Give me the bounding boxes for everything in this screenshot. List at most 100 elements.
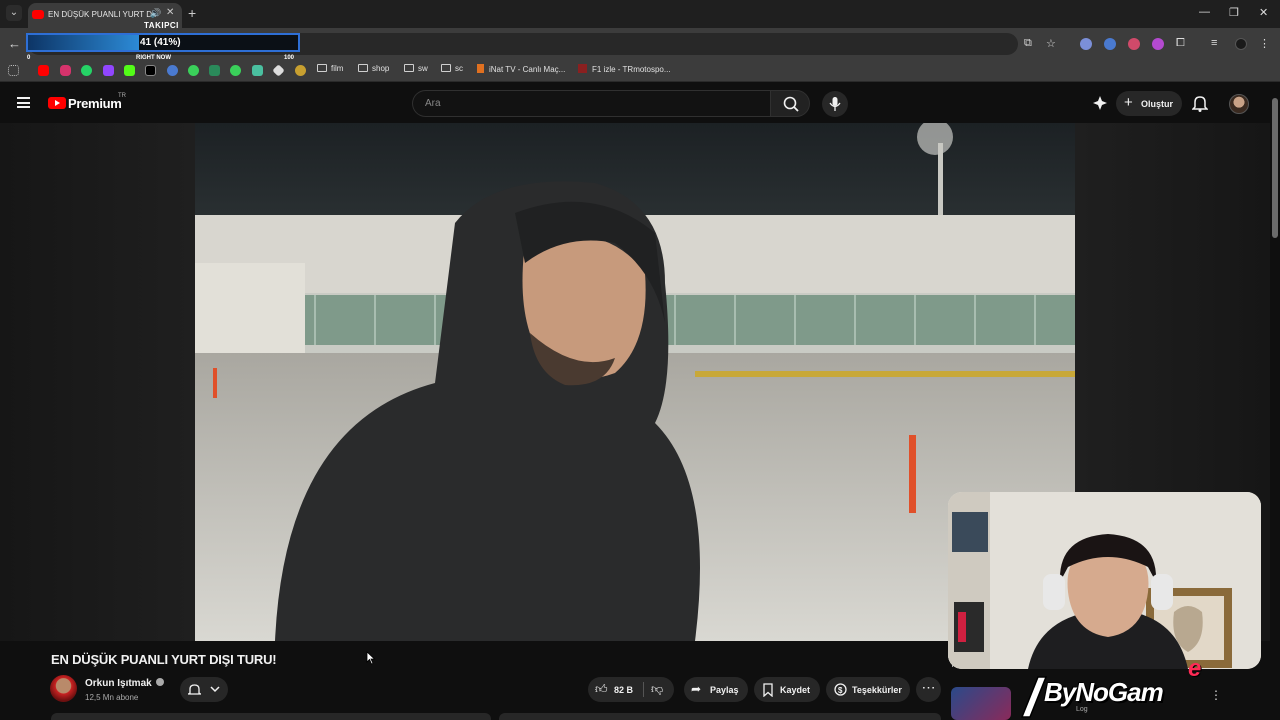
browser-menu-icon[interactable]: ⋮ [1259, 37, 1270, 50]
sparkle-icon[interactable] [1092, 95, 1108, 111]
widget-title: TAKIPCI [144, 21, 179, 30]
extensions-puzzle-icon[interactable]: ⧠ [1176, 37, 1185, 50]
site-bookmark-icon[interactable] [272, 64, 285, 77]
bell-icon [188, 684, 201, 695]
install-app-icon[interactable]: ⧉ [1024, 37, 1032, 50]
bookmark-label: iNat TV - Canlı Maç... [489, 65, 566, 74]
speaker-icon[interactable]: 🔊 [150, 8, 161, 19]
bookmark-label: F1 izle - TRmotospo... [592, 65, 671, 74]
webcam-image [948, 492, 1261, 669]
close-window-button[interactable]: ✕ [1259, 6, 1268, 19]
apps-grid-icon[interactable] [8, 65, 19, 76]
progress-max: 100 [284, 55, 295, 61]
progress-min: 0 [27, 55, 31, 61]
logo-accent-letter: e [1188, 655, 1202, 682]
youtube-bookmark-icon[interactable] [38, 65, 49, 76]
country-code: TR [118, 93, 126, 99]
like-count: 82 B [614, 685, 634, 695]
youtube-logo-icon[interactable] [48, 97, 66, 109]
reading-list-icon[interactable]: ≡ [1211, 37, 1217, 49]
dislike-button[interactable]: 👎︎ [651, 682, 663, 697]
bookmark-folder-sw[interactable]: sw [404, 64, 428, 73]
instagram-bookmark-icon[interactable] [60, 65, 71, 76]
hamburger-menu-icon[interactable] [17, 97, 30, 108]
channel-avatar[interactable] [50, 675, 77, 702]
bookmark-folder-film[interactable]: film [317, 64, 343, 73]
description-box[interactable] [51, 713, 491, 720]
whatsapp-bookmark-icon[interactable] [81, 65, 92, 76]
subscription-bell-button[interactable] [180, 677, 228, 702]
notifications-bell-icon[interactable] [1192, 95, 1208, 112]
share-arrow-icon: ➦ [691, 682, 702, 696]
search-input[interactable]: Ara [412, 90, 770, 117]
folder-label: film [331, 64, 344, 73]
stream-brand-logo: ByNoGam e [1018, 655, 1218, 720]
extension-icon[interactable] [1080, 38, 1092, 50]
progress-value: 41 (41%) [140, 37, 181, 48]
thanks-button[interactable]: $ Teşekkürler [826, 677, 910, 702]
folder-label: shop [372, 64, 390, 73]
youtube-premium-brand[interactable]: Premium [68, 96, 122, 111]
verified-badge-icon [155, 678, 164, 686]
back-arrow-icon[interactable]: ← [8, 36, 21, 51]
restore-button[interactable]: ❐ [1229, 6, 1239, 19]
more-actions-button[interactable]: ⋯ [916, 677, 941, 702]
tab-title: EN DÜŞÜK PUANLI YURT DIŞI TURU! [48, 10, 156, 19]
subscriber-count: 12,5 Mn abone [85, 693, 139, 702]
site-bookmark-icon[interactable] [167, 65, 178, 76]
kick-bookmark-icon[interactable] [124, 65, 135, 76]
create-label: Oluştur [1141, 99, 1174, 109]
bookmark-inat-tv[interactable]: iNat TV - Canlı Maç... [477, 64, 565, 74]
plus-icon: + [1124, 94, 1133, 111]
share-label: Paylaş [710, 685, 739, 695]
like-dislike-group: 👍︎ 82 B 👎︎ [588, 677, 674, 702]
extension-icon[interactable] [1152, 38, 1164, 50]
share-button[interactable]: ➦ Paylaş [684, 677, 748, 702]
video-frame [195, 123, 1075, 641]
extension-icon[interactable] [1104, 38, 1116, 50]
tab-list-button[interactable]: ⌄ [6, 5, 22, 21]
folder-label: sc [455, 64, 463, 73]
bookmark-folder-sc[interactable]: sc [441, 64, 463, 73]
page-scrollbar[interactable] [1270, 83, 1280, 720]
description-box-right[interactable] [499, 713, 941, 720]
logo-text: ByNoGam [1044, 677, 1164, 707]
site-bookmark-icon[interactable] [252, 65, 263, 76]
save-button[interactable]: Kaydet [754, 677, 820, 702]
scrollbar-thumb[interactable] [1272, 98, 1278, 238]
folder-icon [404, 64, 414, 72]
channel-name[interactable]: Orkun Işıtmak [85, 678, 164, 689]
video-player[interactable] [195, 123, 1075, 641]
follower-goal-widget: TAKIPCI 41 (41%) 0 RIGHT NOW 100 [26, 21, 302, 64]
svg-text:$: $ [838, 686, 843, 695]
site-bookmark-icon[interactable] [295, 65, 306, 76]
bookmark-f1-izle[interactable]: F1 izle - TRmotospo... [578, 64, 671, 74]
minimize-button[interactable]: — [1199, 6, 1210, 18]
voice-search-button[interactable] [822, 91, 848, 117]
site-bookmark-icon[interactable] [230, 65, 241, 76]
bookmark-folder-shop[interactable]: shop [358, 64, 389, 73]
progress-subtitle: RIGHT NOW [136, 55, 171, 61]
super-thanks-icon: $ [834, 683, 847, 696]
bookmark-star-icon[interactable]: ☆ [1046, 37, 1056, 50]
follower-progress-bar: 41 (41%) [26, 33, 300, 52]
streamer-webcam-overlay [948, 492, 1261, 669]
extension-icon[interactable] [1128, 38, 1140, 50]
profile-avatar-icon[interactable] [1235, 38, 1247, 50]
site-bookmark-icon[interactable] [188, 65, 199, 76]
search-icon [783, 96, 799, 112]
x-bookmark-icon[interactable] [145, 65, 156, 76]
site-bookmark-icon[interactable] [209, 65, 220, 76]
create-button[interactable]: + Oluştur [1116, 91, 1182, 116]
progress-fill [28, 35, 139, 50]
new-tab-button[interactable]: + [188, 5, 196, 21]
bookmark-icon [763, 683, 773, 697]
recommendation-thumbnail[interactable] [951, 687, 1011, 720]
tab-close-icon[interactable]: ✕ [166, 7, 174, 18]
twitch-bookmark-icon[interactable] [103, 65, 114, 76]
like-button[interactable]: 👍︎ 82 B [588, 677, 640, 702]
search-button[interactable] [770, 90, 810, 117]
save-label: Kaydet [780, 685, 811, 695]
account-avatar[interactable] [1229, 94, 1249, 114]
thanks-label: Teşekkürler [852, 685, 902, 695]
